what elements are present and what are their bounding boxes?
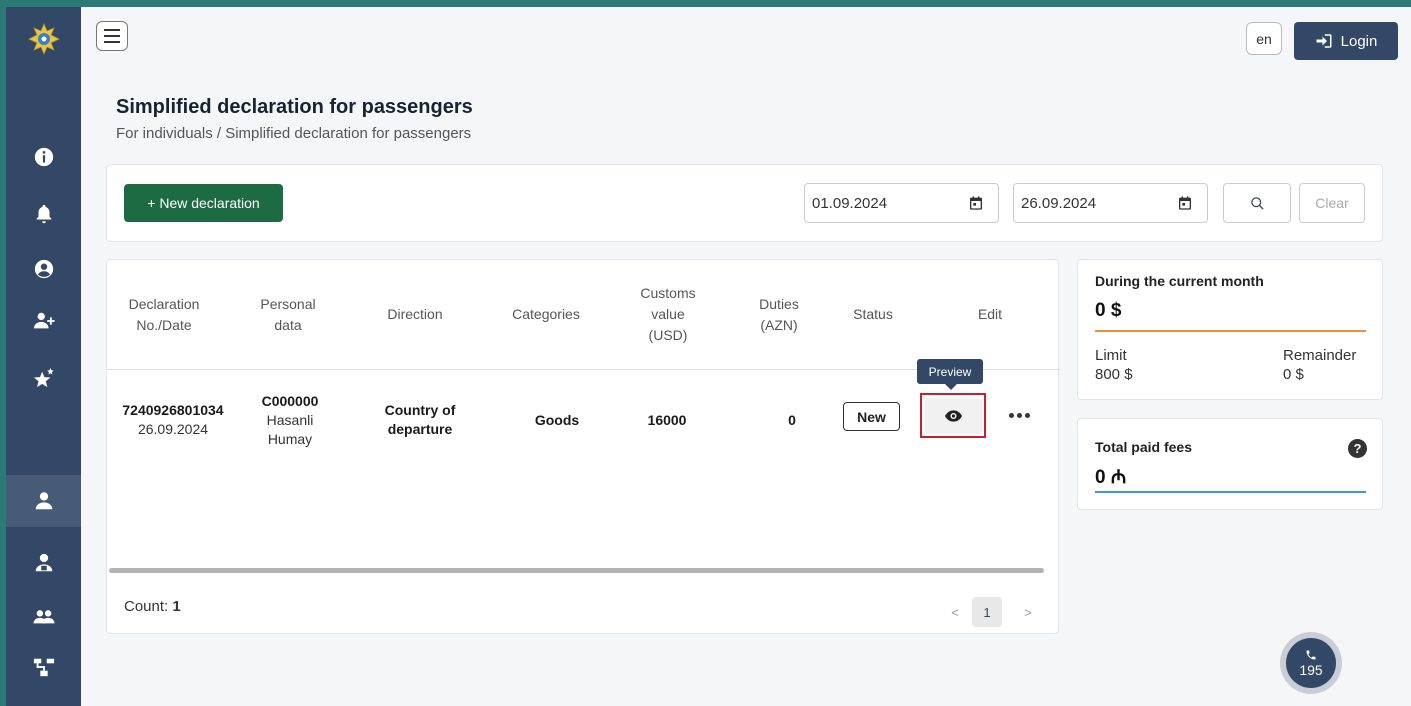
calendar-icon: [970, 196, 982, 210]
declarations-table: Declaration No./Date Personal data Direc…: [106, 259, 1060, 634]
duties-value: 0: [788, 411, 796, 428]
language-switch-button[interactable]: en: [1246, 22, 1282, 55]
preview-tooltip: Preview: [917, 359, 983, 390]
cell-personal-data: C000000 Hasanli Humay: [245, 385, 335, 455]
column-header-categories: Categories: [512, 306, 580, 322]
info-icon[interactable]: [6, 131, 81, 183]
count-label: Count:: [124, 598, 169, 615]
preview-button-inner: [924, 397, 982, 434]
date-to-value: 26.09.2024: [1021, 194, 1097, 212]
person-name: Humay: [267, 430, 313, 447]
support-phone-number: 195: [1299, 661, 1323, 678]
filter-toolbar: + New declaration 01.09.2024 26.09.2024 …: [106, 164, 1383, 242]
preview-button[interactable]: [920, 393, 986, 438]
eye-icon: [944, 409, 962, 422]
paid-fees-card: Total paid fees ? 0 ₼: [1077, 418, 1383, 510]
monthly-limit-card: During the current month 0 $ Limit 800 $…: [1077, 259, 1383, 400]
cell-declaration: 7240926801034 26.09.2024: [107, 385, 239, 455]
page-title: Simplified declaration for passengers: [116, 96, 473, 118]
official-user-icon[interactable]: [6, 537, 81, 589]
limit-value: 800 $: [1095, 366, 1133, 383]
search-button[interactable]: [1223, 183, 1291, 223]
remainder-label: Remainder: [1283, 347, 1357, 364]
direction-value: Country of departure: [384, 402, 456, 437]
login-button[interactable]: Login: [1294, 22, 1398, 60]
column-header-declaration: Declaration No./Date: [128, 295, 200, 333]
current-month-value: 0 $: [1095, 300, 1122, 321]
date-from-field[interactable]: 01.09.2024: [804, 183, 999, 223]
hamburger-line: [104, 29, 120, 31]
breadcrumb: For individuals / Simplified declaration…: [116, 125, 472, 142]
column-header-status: Status: [853, 306, 893, 322]
declaration-date: 26.09.2024: [137, 421, 209, 437]
login-label: Login: [1340, 32, 1378, 50]
cell-category: Goods: [507, 385, 607, 455]
person-icon: [35, 492, 52, 510]
column-header-customs-value: Customs value (USD): [640, 285, 696, 343]
date-to-field[interactable]: 26.09.2024: [1013, 183, 1208, 223]
menu-toggle-button[interactable]: [96, 21, 128, 51]
fees-value: 0 ₼: [1095, 467, 1127, 488]
horizontal-scrollbar[interactable]: [109, 568, 1044, 573]
app-frame: en Login Simplified declaration for pass…: [6, 7, 1411, 706]
sign-in-icon: [1316, 34, 1332, 48]
person-surname: Hasanli: [266, 411, 314, 428]
hamburger-line: [104, 41, 120, 43]
personal-id: C000000: [261, 392, 319, 409]
hamburger-line: [104, 35, 120, 37]
users-group-icon[interactable]: [6, 591, 81, 643]
ellipsis-dot: [1008, 412, 1014, 418]
column-header-edit: Edit: [977, 306, 1003, 322]
search-icon: [1250, 196, 1264, 210]
main-content: en Login Simplified declaration for pass…: [81, 7, 1411, 706]
current-month-label: During the current month: [1095, 273, 1264, 289]
pager-page-1[interactable]: 1: [972, 597, 1002, 627]
blue-divider: [1095, 491, 1366, 493]
new-declaration-button[interactable]: + New declaration: [124, 184, 283, 222]
pager-prev-button[interactable]: <: [940, 597, 970, 627]
window-frame-top: [0, 0, 1411, 7]
ellipsis-dot: [1016, 412, 1022, 418]
record-count: Count: 1: [124, 598, 181, 615]
column-header-direction: Direction: [387, 306, 443, 322]
phone-icon: [1306, 650, 1316, 659]
sidebar-item-individual[interactable]: [6, 475, 81, 527]
customs-value: 16000: [647, 411, 687, 428]
support-phone-button[interactable]: 195: [1280, 632, 1342, 694]
cell-duties: 0: [772, 385, 812, 455]
add-user-icon[interactable]: [6, 295, 81, 347]
column-header-duties: Duties (AZN): [759, 295, 799, 333]
column-header-personal: Personal data: [260, 295, 316, 333]
clear-button[interactable]: Clear: [1299, 183, 1365, 223]
stars-icon[interactable]: [6, 352, 81, 404]
sitemap-icon[interactable]: [6, 641, 81, 693]
ellipsis-dot: [1024, 412, 1030, 418]
calendar-icon: [1179, 196, 1191, 210]
category-value: Goods: [534, 411, 580, 428]
orange-divider: [1095, 330, 1366, 332]
fees-label: Total paid fees: [1095, 439, 1192, 455]
date-from-value: 01.09.2024: [812, 194, 888, 212]
sidebar: [6, 7, 81, 706]
user-circle-icon[interactable]: [6, 243, 81, 295]
question-icon[interactable]: ?: [1348, 439, 1367, 458]
declaration-number: 7240926801034: [122, 402, 224, 418]
pager-next-button[interactable]: >: [1013, 597, 1043, 627]
bell-icon[interactable]: [6, 188, 81, 240]
more-actions-button[interactable]: [1004, 405, 1034, 425]
limit-label: Limit: [1095, 347, 1127, 364]
logo-emblem-icon[interactable]: [6, 13, 81, 65]
cell-direction: Country of departure: [375, 385, 465, 455]
status-badge: New: [843, 402, 900, 431]
count-value: 1: [172, 598, 181, 615]
cell-customs-value: 16000: [627, 385, 707, 455]
support-phone-inner: 195: [1286, 638, 1336, 688]
remainder-value: 0 $: [1283, 366, 1304, 383]
